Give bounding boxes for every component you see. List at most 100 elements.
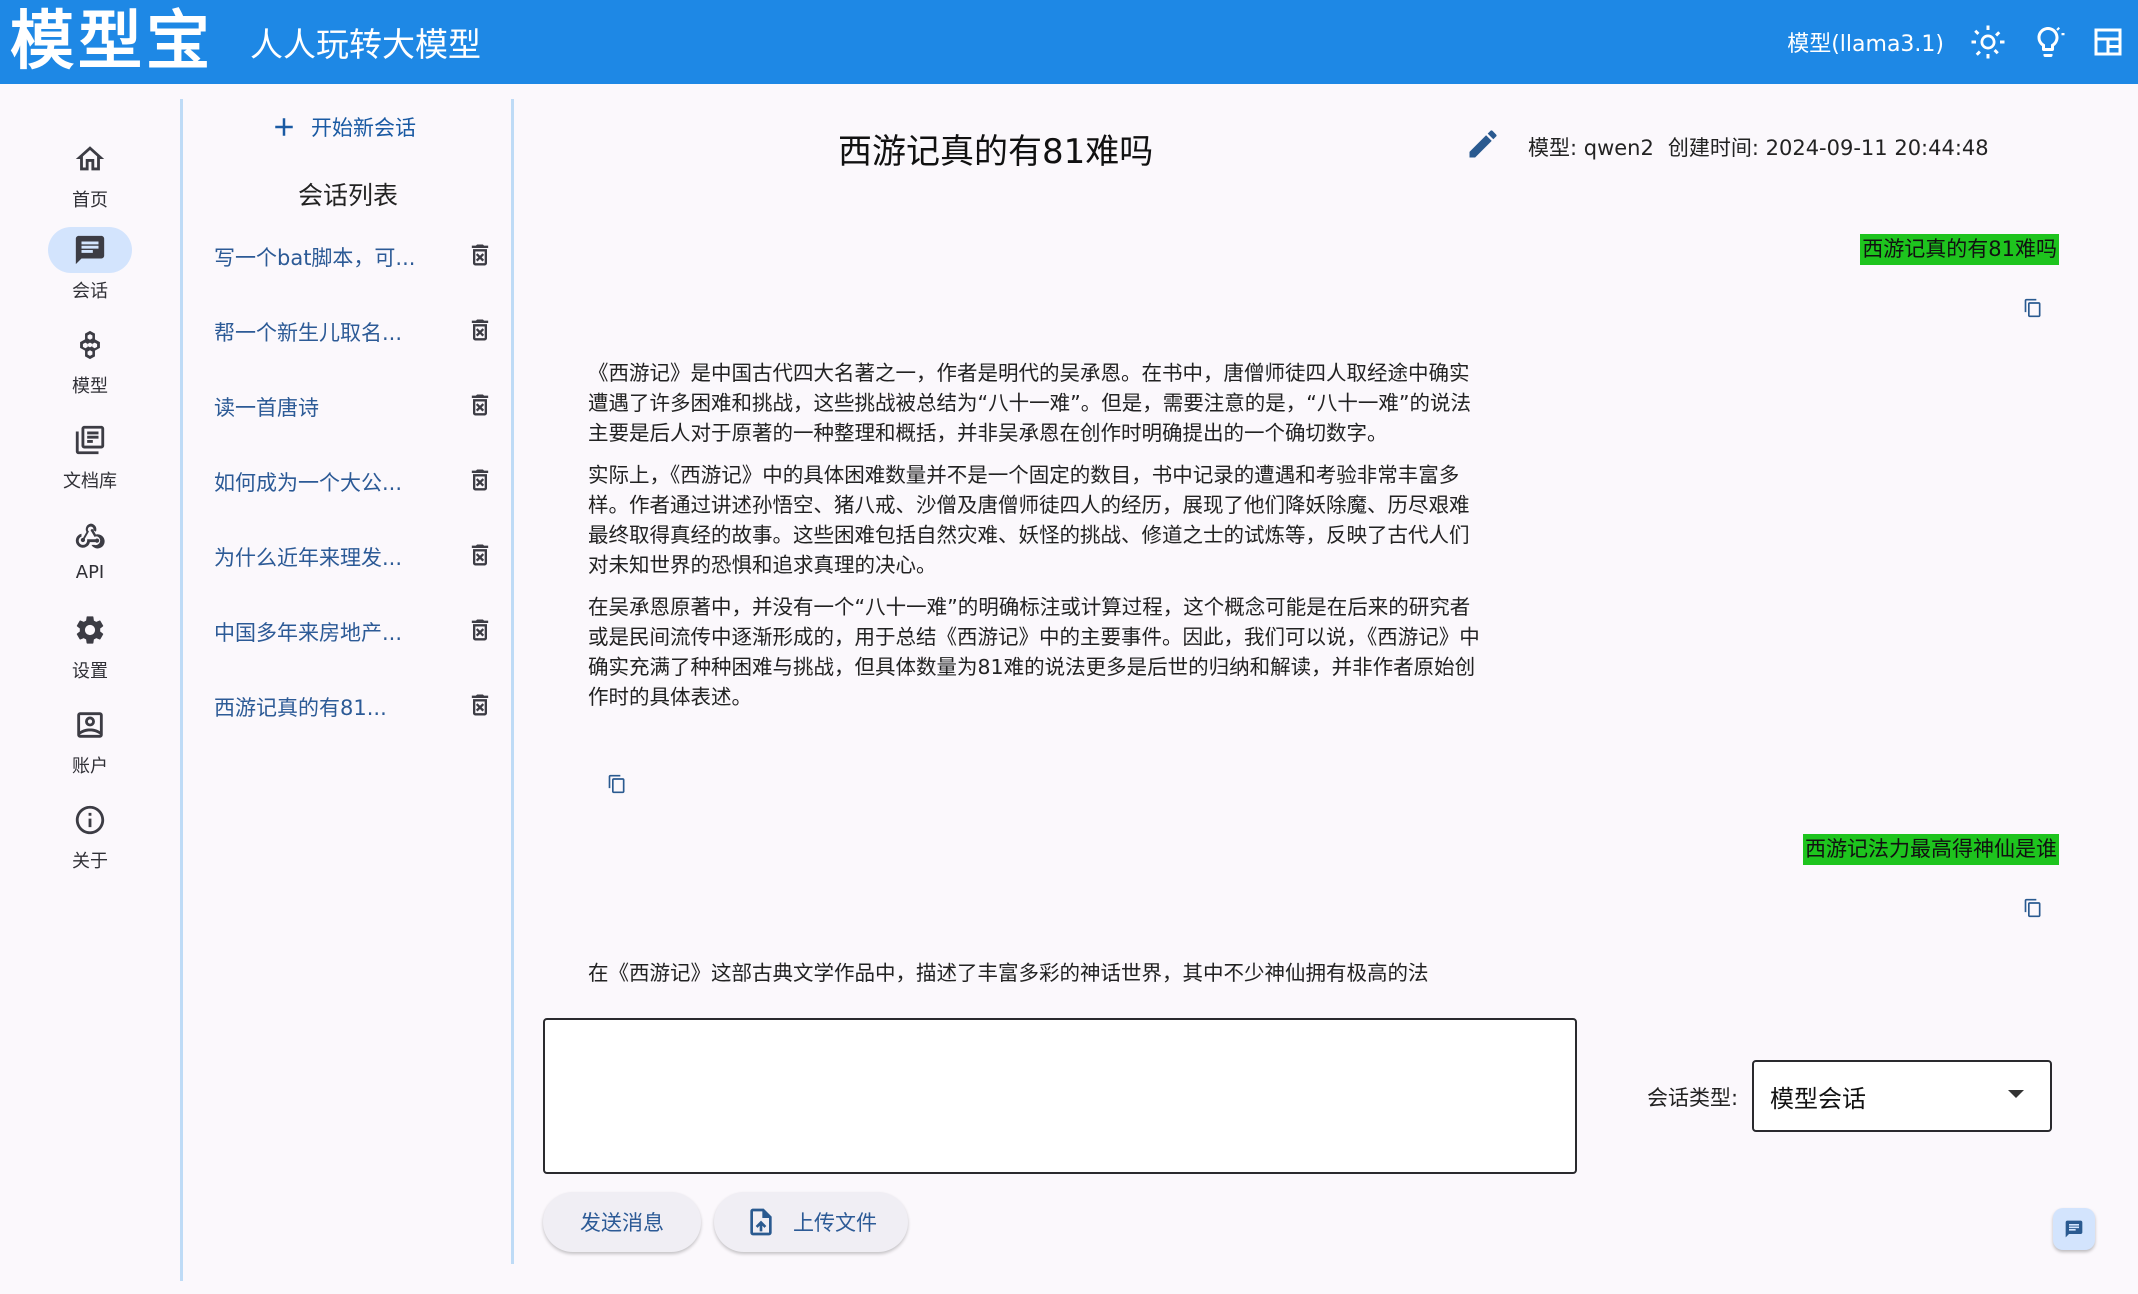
chat-title: 西游记真的有81难吗 xyxy=(838,132,1154,172)
conversation-item-label[interactable]: 读一首唐诗 xyxy=(214,392,319,422)
nav-rail: 首页 会话 模型 文档库 API 设置 账户 关于 xyxy=(0,84,180,1294)
edit-title-button[interactable] xyxy=(1465,126,1501,166)
nav-item-label: 账户 xyxy=(72,756,108,777)
chat-type-label: 会话类型: xyxy=(1647,1086,1739,1110)
plus-icon xyxy=(275,118,293,136)
library-icon xyxy=(75,425,105,455)
conversation-item[interactable]: 西游记真的有81... xyxy=(214,679,494,735)
copy-message-button[interactable] xyxy=(2023,898,2043,922)
copy-message-button[interactable] xyxy=(2023,298,2043,322)
delete-forever-icon xyxy=(471,394,489,416)
message-input[interactable] xyxy=(545,1020,1575,1172)
nav-item-chat[interactable]: 会话 xyxy=(0,227,180,303)
user-message: 西游记法力最高得神仙是谁 xyxy=(1803,834,2059,865)
layout-button[interactable] xyxy=(2078,0,2138,84)
delete-conversation-button[interactable] xyxy=(466,391,494,423)
home-icon xyxy=(75,146,105,171)
pencil-icon xyxy=(1469,130,1497,158)
nav-item-settings[interactable]: 设置 xyxy=(0,607,180,683)
delete-conversation-button[interactable] xyxy=(466,316,494,348)
nav-item-label: 模型 xyxy=(72,376,108,397)
nav-item-label: API xyxy=(75,562,105,583)
upload-file-label: 上传文件 xyxy=(793,1211,877,1235)
conversation-item-label[interactable]: 为什么近年来理发... xyxy=(214,542,402,572)
tips-button[interactable] xyxy=(2018,0,2078,84)
conversation-item[interactable]: 写一个bat脚本，可... xyxy=(214,229,494,285)
conversation-item-label[interactable]: 帮一个新生儿取名... xyxy=(214,317,402,347)
delete-forever-icon xyxy=(471,244,489,266)
nav-item-label: 会话 xyxy=(72,281,108,302)
chat-type-select[interactable]: 模型会话 xyxy=(1752,1060,2052,1132)
nav-item-label: 设置 xyxy=(72,661,108,682)
delete-forever-icon xyxy=(471,619,489,641)
gear-icon xyxy=(76,616,104,644)
delete-forever-icon xyxy=(471,469,489,491)
brand-logo: 模型宝 xyxy=(10,5,214,79)
delete-forever-icon xyxy=(471,544,489,566)
conversation-item-label[interactable]: 写一个bat脚本，可... xyxy=(214,242,415,272)
delete-forever-icon xyxy=(471,694,489,716)
info-icon xyxy=(75,805,105,835)
chat-area: 西游记真的有81难吗 模型: qwen2 创建时间: 2024-09-11 20:… xyxy=(515,84,2138,1294)
upload-file-button[interactable]: 上传文件 xyxy=(714,1192,908,1252)
assistant-paragraph: 实际上，《西游记》中的具体困难数量并不是一个固定的数目，书中记录的遭遇和考验非常… xyxy=(588,463,1470,577)
nav-item-account[interactable]: 账户 xyxy=(0,702,180,778)
conversation-item[interactable]: 为什么近年来理发... xyxy=(214,529,494,585)
new-conversation-button[interactable]: 开始新会话 xyxy=(269,112,416,142)
theme-toggle-button[interactable] xyxy=(1958,0,2018,84)
nav-item-label: 文档库 xyxy=(63,471,117,492)
delete-forever-icon xyxy=(471,319,489,341)
conversation-item[interactable]: 帮一个新生儿取名... xyxy=(214,304,494,360)
conversation-list-title: 会话列表 xyxy=(297,181,398,210)
delete-conversation-button[interactable] xyxy=(466,466,494,498)
conversation-item-label[interactable]: 中国多年来房地产... xyxy=(214,617,402,647)
nav-item-label: 首页 xyxy=(72,190,108,211)
hub-icon xyxy=(80,330,100,360)
chat-fab-button[interactable] xyxy=(2053,1208,2095,1250)
send-message-label: 发送消息 xyxy=(580,1211,664,1235)
upload-file-icon xyxy=(750,1208,772,1236)
nav-item-label: 关于 xyxy=(72,851,108,872)
panel-divider xyxy=(511,99,514,1264)
chat-created-time: 创建时间: 2024-09-11 20:44:48 xyxy=(1667,136,1989,160)
delete-conversation-button[interactable] xyxy=(466,691,494,723)
header-actions: 模型(llama3.1) xyxy=(1787,0,2138,84)
conversation-item-label[interactable]: 西游记真的有81... xyxy=(214,692,387,722)
chat-icon xyxy=(75,235,105,265)
assistant-paragraph: 在《西游记》这部古典文学作品中，描述了丰富多彩的神话世界，其中不少神仙拥有极高的… xyxy=(588,961,1429,985)
delete-conversation-button[interactable] xyxy=(466,541,494,573)
lightbulb-icon xyxy=(2037,27,2065,57)
app-header: 模型宝 人人玩转大模型 模型(llama3.1) xyxy=(0,0,2138,84)
user-message: 西游记真的有81难吗 xyxy=(1860,234,2059,265)
message-input-box[interactable] xyxy=(543,1018,1577,1174)
nav-item-api[interactable]: API xyxy=(0,512,180,583)
nav-item-models[interactable]: 模型 xyxy=(0,322,180,398)
conversation-item[interactable]: 中国多年来房地产... xyxy=(214,604,494,660)
conversation-item[interactable]: 如何成为一个大公... xyxy=(214,454,494,510)
rail-divider xyxy=(180,99,183,1281)
chat-bubble-icon xyxy=(2065,1220,2083,1238)
delete-conversation-button[interactable] xyxy=(466,616,494,648)
assistant-paragraph: 在吴承恩原著中，并没有一个“八十一难”的明确标注或计算过程，这个概念可能是在后来… xyxy=(588,595,1480,709)
assistant-message: 在《西游记》这部古典文学作品中，描述了丰富多彩的神话世界，其中不少神仙拥有极高的… xyxy=(588,958,1483,1000)
send-message-button[interactable]: 发送消息 xyxy=(543,1192,701,1252)
chat-type-value: 模型会话 xyxy=(1770,1084,1866,1113)
caret-down-icon xyxy=(2008,1090,2024,1098)
sun-icon xyxy=(1971,25,2005,59)
assistant-message: 《西游记》是中国古代四大名著之一，作者是明代的吴承恩。在书中，唐僧师徒四人取经途… xyxy=(588,358,1483,724)
conversation-item[interactable]: 读一首唐诗 xyxy=(214,379,494,435)
brand-slogan: 人人玩转大模型 xyxy=(250,25,481,64)
copy-message-button[interactable] xyxy=(607,774,627,798)
copy-icon xyxy=(2024,898,2041,918)
nav-item-home[interactable]: 首页 xyxy=(0,136,180,212)
current-model-label[interactable]: 模型(llama3.1) xyxy=(1787,26,1944,58)
webhook-icon xyxy=(75,523,105,549)
delete-conversation-button[interactable] xyxy=(466,241,494,273)
nav-item-about[interactable]: 关于 xyxy=(0,797,180,873)
conversation-item-label[interactable]: 如何成为一个大公... xyxy=(214,467,402,497)
dashboard-icon xyxy=(2094,28,2122,56)
copy-icon xyxy=(608,774,625,794)
nav-item-library[interactable]: 文档库 xyxy=(0,417,180,493)
new-conversation-label: 开始新会话 xyxy=(311,116,416,140)
copy-icon xyxy=(2024,298,2041,318)
